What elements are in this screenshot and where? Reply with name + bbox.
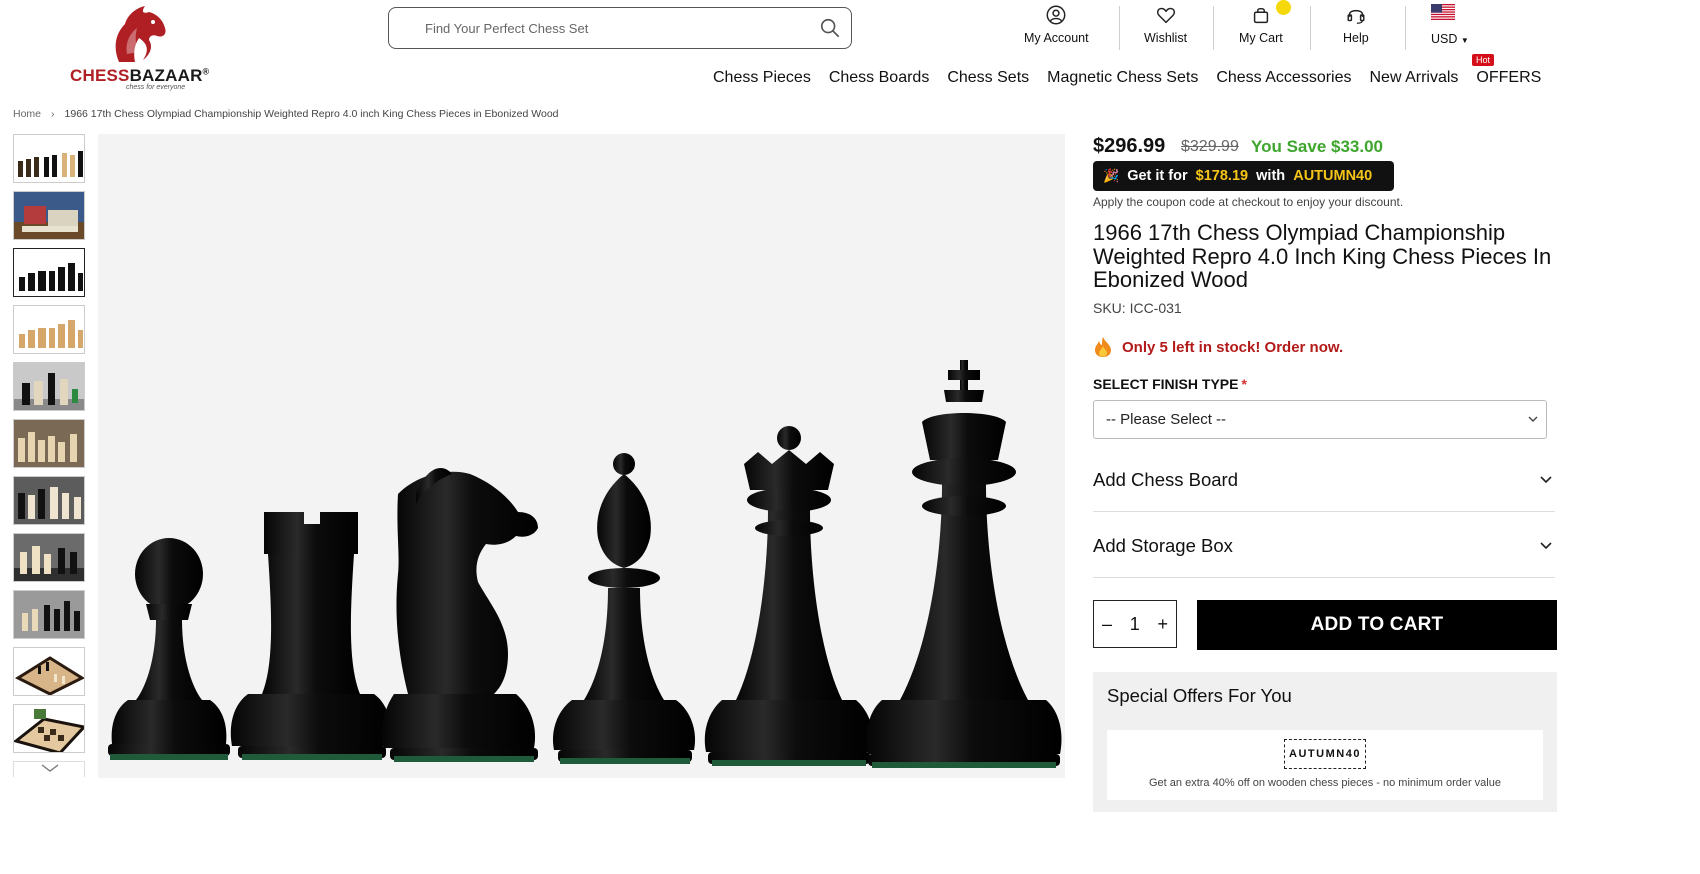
chevron-down-icon bbox=[1540, 476, 1552, 484]
product-thumbnail[interactable] bbox=[13, 476, 85, 525]
help-link[interactable]: Help bbox=[1343, 4, 1369, 45]
user-icon bbox=[1046, 5, 1066, 25]
qty-value[interactable]: 1 bbox=[1130, 614, 1140, 635]
thumbnail-gallery bbox=[13, 134, 85, 777]
pawn-piece bbox=[108, 538, 230, 760]
chess-pieces-image bbox=[108, 360, 1062, 768]
hot-badge: Hot bbox=[1472, 54, 1495, 66]
coupon-note: Apply the coupon code at checkout to enj… bbox=[1093, 195, 1404, 209]
thumbnails-scroll-down[interactable] bbox=[13, 761, 85, 777]
coupon-banner[interactable]: 🎉 Get it for $178.19 with AUTUMN40 bbox=[1093, 161, 1394, 191]
coupon-prefix: Get it for bbox=[1127, 168, 1188, 184]
special-offers-panel: Special Offers For You AUTUMN40 Get an e… bbox=[1093, 672, 1557, 812]
add-to-cart-button[interactable]: ADD TO CART bbox=[1197, 600, 1557, 650]
special-offers-title: Special Offers For You bbox=[1107, 685, 1292, 706]
stock-alert: Only 5 left in stock! Order now. bbox=[1093, 336, 1343, 358]
nav-item-chess-accessories[interactable]: Chess Accessories bbox=[1216, 69, 1351, 87]
finish-type-select[interactable]: -- Please Select -- bbox=[1093, 400, 1547, 439]
bishop-piece bbox=[552, 453, 696, 764]
brand-tagline: chess for everyone bbox=[126, 84, 186, 91]
finish-type-label: SELECT FINISH TYPE * bbox=[1093, 376, 1247, 392]
breadcrumb-home[interactable]: Home bbox=[13, 108, 41, 120]
offer-card: AUTUMN40 Get an extra 40% off on wooden … bbox=[1107, 730, 1543, 800]
cart-badge bbox=[1276, 0, 1291, 15]
us-flag-icon[interactable] bbox=[1431, 4, 1455, 20]
header-divider bbox=[1310, 6, 1311, 50]
horse-logo-icon bbox=[115, 6, 166, 62]
main-nav: Chess Pieces Chess Boards Chess Sets Mag… bbox=[713, 69, 1559, 87]
offer-description: Get an extra 40% off on wooden chess pie… bbox=[1149, 777, 1501, 789]
quantity-stepper: – 1 + bbox=[1093, 600, 1177, 648]
breadcrumb: Home › 1966 17th Chess Olympiad Championsh… bbox=[13, 108, 559, 120]
add-storage-box-accordion[interactable]: Add Storage Box bbox=[1093, 514, 1555, 578]
header-divider bbox=[1405, 6, 1406, 50]
nav-item-magnetic-chess-sets[interactable]: Magnetic Chess Sets bbox=[1047, 69, 1198, 87]
product-thumbnail[interactable] bbox=[13, 248, 85, 297]
chevron-down-icon bbox=[1540, 542, 1552, 550]
coupon-code: AUTUMN40 bbox=[1293, 168, 1373, 184]
savings-text: You Save $33.00 bbox=[1251, 137, 1383, 156]
product-sku: SKU: ICC-031 bbox=[1093, 300, 1182, 316]
accordion-label: Add Storage Box bbox=[1093, 534, 1233, 556]
chevron-right-icon: › bbox=[51, 108, 55, 120]
product-thumbnail[interactable] bbox=[13, 419, 85, 468]
stock-text: Only 5 left in stock! Order now. bbox=[1122, 338, 1344, 356]
chevron-down-icon bbox=[1528, 416, 1538, 422]
my-account-label: My Account bbox=[1024, 31, 1089, 45]
coupon-price: $178.19 bbox=[1195, 168, 1249, 184]
knight-piece bbox=[381, 468, 538, 762]
search-bar bbox=[388, 7, 852, 49]
required-mark: * bbox=[1241, 376, 1247, 392]
product-thumbnail[interactable] bbox=[13, 305, 85, 354]
my-cart-label: My Cart bbox=[1239, 31, 1283, 45]
product-thumbnail[interactable] bbox=[13, 134, 85, 183]
old-price: $329.99 bbox=[1181, 138, 1239, 155]
search-icon[interactable] bbox=[819, 17, 841, 39]
offer-coupon-code[interactable]: AUTUMN40 bbox=[1284, 739, 1366, 769]
queen-piece bbox=[704, 426, 874, 766]
wishlist-label: Wishlist bbox=[1144, 31, 1188, 45]
nav-item-new-arrivals[interactable]: New Arrivals bbox=[1370, 69, 1459, 87]
chevron-down-icon bbox=[41, 764, 59, 772]
party-popper-icon: 🎉 bbox=[1103, 168, 1120, 183]
wishlist-link[interactable]: Wishlist bbox=[1144, 4, 1187, 45]
main-product-image[interactable] bbox=[98, 134, 1065, 778]
qty-increase-button[interactable]: + bbox=[1157, 614, 1168, 635]
product-thumbnail[interactable] bbox=[13, 191, 85, 240]
nav-item-offers[interactable]: OFFERS bbox=[1476, 69, 1541, 87]
currency-selector[interactable]: USD ▼ bbox=[1431, 32, 1469, 46]
finish-type-value: -- Please Select -- bbox=[1106, 411, 1227, 428]
nav-item-chess-pieces[interactable]: Chess Pieces bbox=[713, 69, 811, 87]
shopping-bag-icon bbox=[1253, 7, 1269, 24]
product-title: 1966 17th Chess Olympiad Championship We… bbox=[1093, 220, 1552, 292]
breadcrumb-current: 1966 17th Chess Olympiad Championship We… bbox=[64, 108, 559, 120]
accordion-label: Add Chess Board bbox=[1093, 468, 1239, 490]
my-account-link[interactable]: My Account bbox=[1024, 4, 1089, 45]
qty-decrease-button[interactable]: – bbox=[1102, 614, 1112, 635]
nav-item-chess-boards[interactable]: Chess Boards bbox=[829, 69, 930, 87]
fire-icon bbox=[1095, 337, 1111, 357]
product-thumbnail[interactable] bbox=[13, 590, 85, 639]
search-input[interactable] bbox=[425, 20, 805, 36]
add-chess-board-accordion[interactable]: Add Chess Board bbox=[1093, 448, 1555, 512]
rook-piece bbox=[230, 512, 392, 760]
product-thumbnail[interactable] bbox=[13, 533, 85, 582]
nav-item-chess-sets[interactable]: Chess Sets bbox=[947, 69, 1029, 87]
coupon-with: with bbox=[1256, 168, 1286, 184]
header-divider bbox=[1213, 6, 1214, 50]
header-divider bbox=[1119, 6, 1120, 50]
product-thumbnail[interactable] bbox=[13, 704, 85, 753]
help-label: Help bbox=[1343, 31, 1369, 45]
product-thumbnail[interactable] bbox=[13, 647, 85, 696]
brand-logo[interactable]: CHESSBAZAAR® chess for everyone bbox=[70, 4, 210, 91]
current-price: $296.99 bbox=[1093, 135, 1166, 157]
brand-name: CHESSBAZAAR® bbox=[70, 66, 210, 85]
caret-down-icon: ▼ bbox=[1460, 36, 1469, 45]
headset-icon bbox=[1347, 9, 1365, 24]
product-thumbnail[interactable] bbox=[13, 362, 85, 411]
heart-icon bbox=[1156, 7, 1175, 24]
currency-label: USD bbox=[1431, 32, 1458, 46]
king-piece bbox=[866, 360, 1062, 768]
